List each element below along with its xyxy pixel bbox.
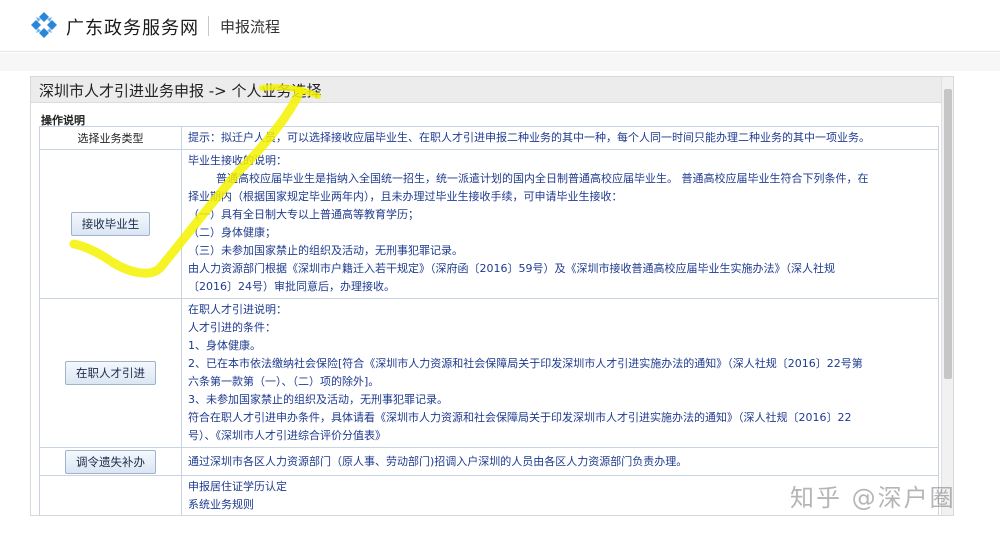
header-band — [0, 53, 1000, 71]
content-frame: 深圳市人才引进业务申报 -> 个人业务选择 操作说明 选择业务类型 提示：拟迁户… — [30, 76, 954, 516]
description-line: 1、身体健康。 — [188, 339, 261, 352]
table-row: 接收毕业生 毕业生接收的说明： 普通高校应届毕业生是指纳入全国统一招生，统一派遣… — [39, 149, 939, 299]
button-cell: 在职人才引进 — [39, 298, 182, 448]
description-line: 择业期内（根据国家规定毕业两年内），且未办理过毕业生接收手续，可申请毕业生接收： — [188, 190, 623, 203]
button-cell — [39, 475, 182, 515]
button-cell: 调令遗失补办 — [39, 447, 182, 476]
site-name[interactable]: 广东政务服务网 — [66, 14, 199, 40]
header-divider — [208, 16, 209, 36]
watermark: 知乎 @深户圈 — [790, 484, 956, 512]
gov-logo-icon[interactable] — [30, 11, 58, 39]
description-line: 通过深圳市各区人力资源部门（原人事、劳动部门)招调入户深圳的人员由各区人力资源部… — [188, 454, 688, 468]
description-line: （三）未参加国家禁止的组织及活动，无刑事犯罪记录。 — [188, 244, 463, 257]
description-line: 毕业生接收的说明： — [188, 154, 287, 167]
breadcrumb: 深圳市人才引进业务申报 -> 个人业务选择 — [39, 82, 322, 100]
table-header-row: 选择业务类型 提示：拟迁户人员，可以选择接收应届毕业生、在职人才引进申报二种业务… — [39, 126, 939, 150]
description-cell: 在职人才引进说明： 人才引进的条件： 1、身体健康。 2、已在本市依法缴纳社会保… — [181, 298, 939, 448]
description-line: 2、已在本市依法缴纳社会保险[符合《深圳市人力资源和社会保障局关于印发深圳市人才… — [188, 357, 863, 370]
site-header: 广东政务服务网 申报流程 — [0, 0, 1000, 52]
description-line: 3、未参加国家禁止的组织及活动，无刑事犯罪记录。 — [188, 393, 448, 406]
description-line: 号）、《深圳市人才引进综合评价分值表》 — [188, 429, 386, 442]
description-line: 人才引进的条件： — [188, 321, 276, 334]
description-line: 由人力资源部门根据《深圳市户籍迁入若干规定》（深府函〔2016〕59号）及《深圳… — [188, 262, 835, 275]
description-line: （二）身体健康； — [188, 226, 276, 239]
scrollbar-thumb[interactable] — [944, 89, 952, 379]
description-line: 六条第一款第（一）、（二）项的除外]。 — [188, 375, 380, 388]
description-line: 〔2016〕24号）审批同意后，办理接收。 — [188, 280, 395, 293]
table-row: 在职人才引进 在职人才引进说明： 人才引进的条件： 1、身体健康。 2、已在本市… — [39, 298, 939, 448]
description-line: 符合在职人才引进申办条件，具体请看《深圳市人力资源和社会保障局关于印发深圳市人才… — [188, 411, 852, 424]
transfer-order-reissue-button[interactable]: 调令遗失补办 — [65, 449, 156, 474]
description-line: 普通高校应届毕业生是指纳入全国统一招生，统一派遣计划的国内全日制普通高校应届毕业… — [216, 172, 869, 185]
graduate-intake-button[interactable]: 接收毕业生 — [70, 212, 151, 236]
header-left-cell: 选择业务类型 — [39, 126, 182, 150]
talent-introduction-button[interactable]: 在职人才引进 — [65, 361, 156, 385]
description-line: （一）具有全日制大专以上普通高等教育学历； — [188, 208, 419, 221]
vertical-scrollbar[interactable] — [941, 77, 953, 515]
header-hint-cell: 提示：拟迁户人员，可以选择接收应届毕业生、在职人才引进申报二种业务的其中一种，每… — [181, 126, 939, 150]
breadcrumb-bar: 深圳市人才引进业务申报 -> 个人业务选择 — [31, 77, 943, 103]
button-cell: 接收毕业生 — [39, 149, 182, 299]
description-line: 在职人才引进说明： — [188, 303, 287, 316]
description-cell: 毕业生接收的说明： 普通高校应届毕业生是指纳入全国统一招生，统一派遣计划的国内全… — [181, 149, 939, 299]
description-cell: 通过深圳市各区人力资源部门（原人事、劳动部门)招调入户深圳的人员由各区人力资源部… — [181, 447, 939, 476]
header-subtitle: 申报流程 — [220, 18, 281, 36]
business-type-table: 选择业务类型 提示：拟迁户人员，可以选择接收应届毕业生、在职人才引进申报二种业务… — [39, 126, 939, 515]
table-row: 调令遗失补办 通过深圳市各区人力资源部门（原人事、劳动部门)招调入户深圳的人员由… — [39, 447, 939, 476]
